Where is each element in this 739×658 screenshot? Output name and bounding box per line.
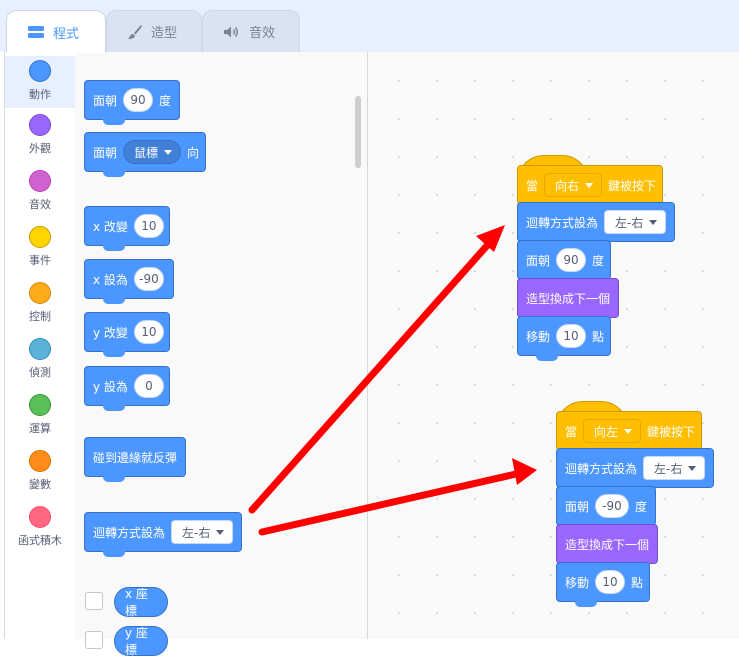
arrow-line-to-script1 xyxy=(248,236,496,514)
arrow-head-to-script2 xyxy=(512,458,537,485)
tab-code-label: 程式 xyxy=(53,26,80,42)
tab-code[interactable]: 程式 xyxy=(6,10,106,53)
annotation-arrows xyxy=(248,225,537,536)
arrow-line-to-script2 xyxy=(258,470,520,536)
code-icon xyxy=(27,25,45,39)
